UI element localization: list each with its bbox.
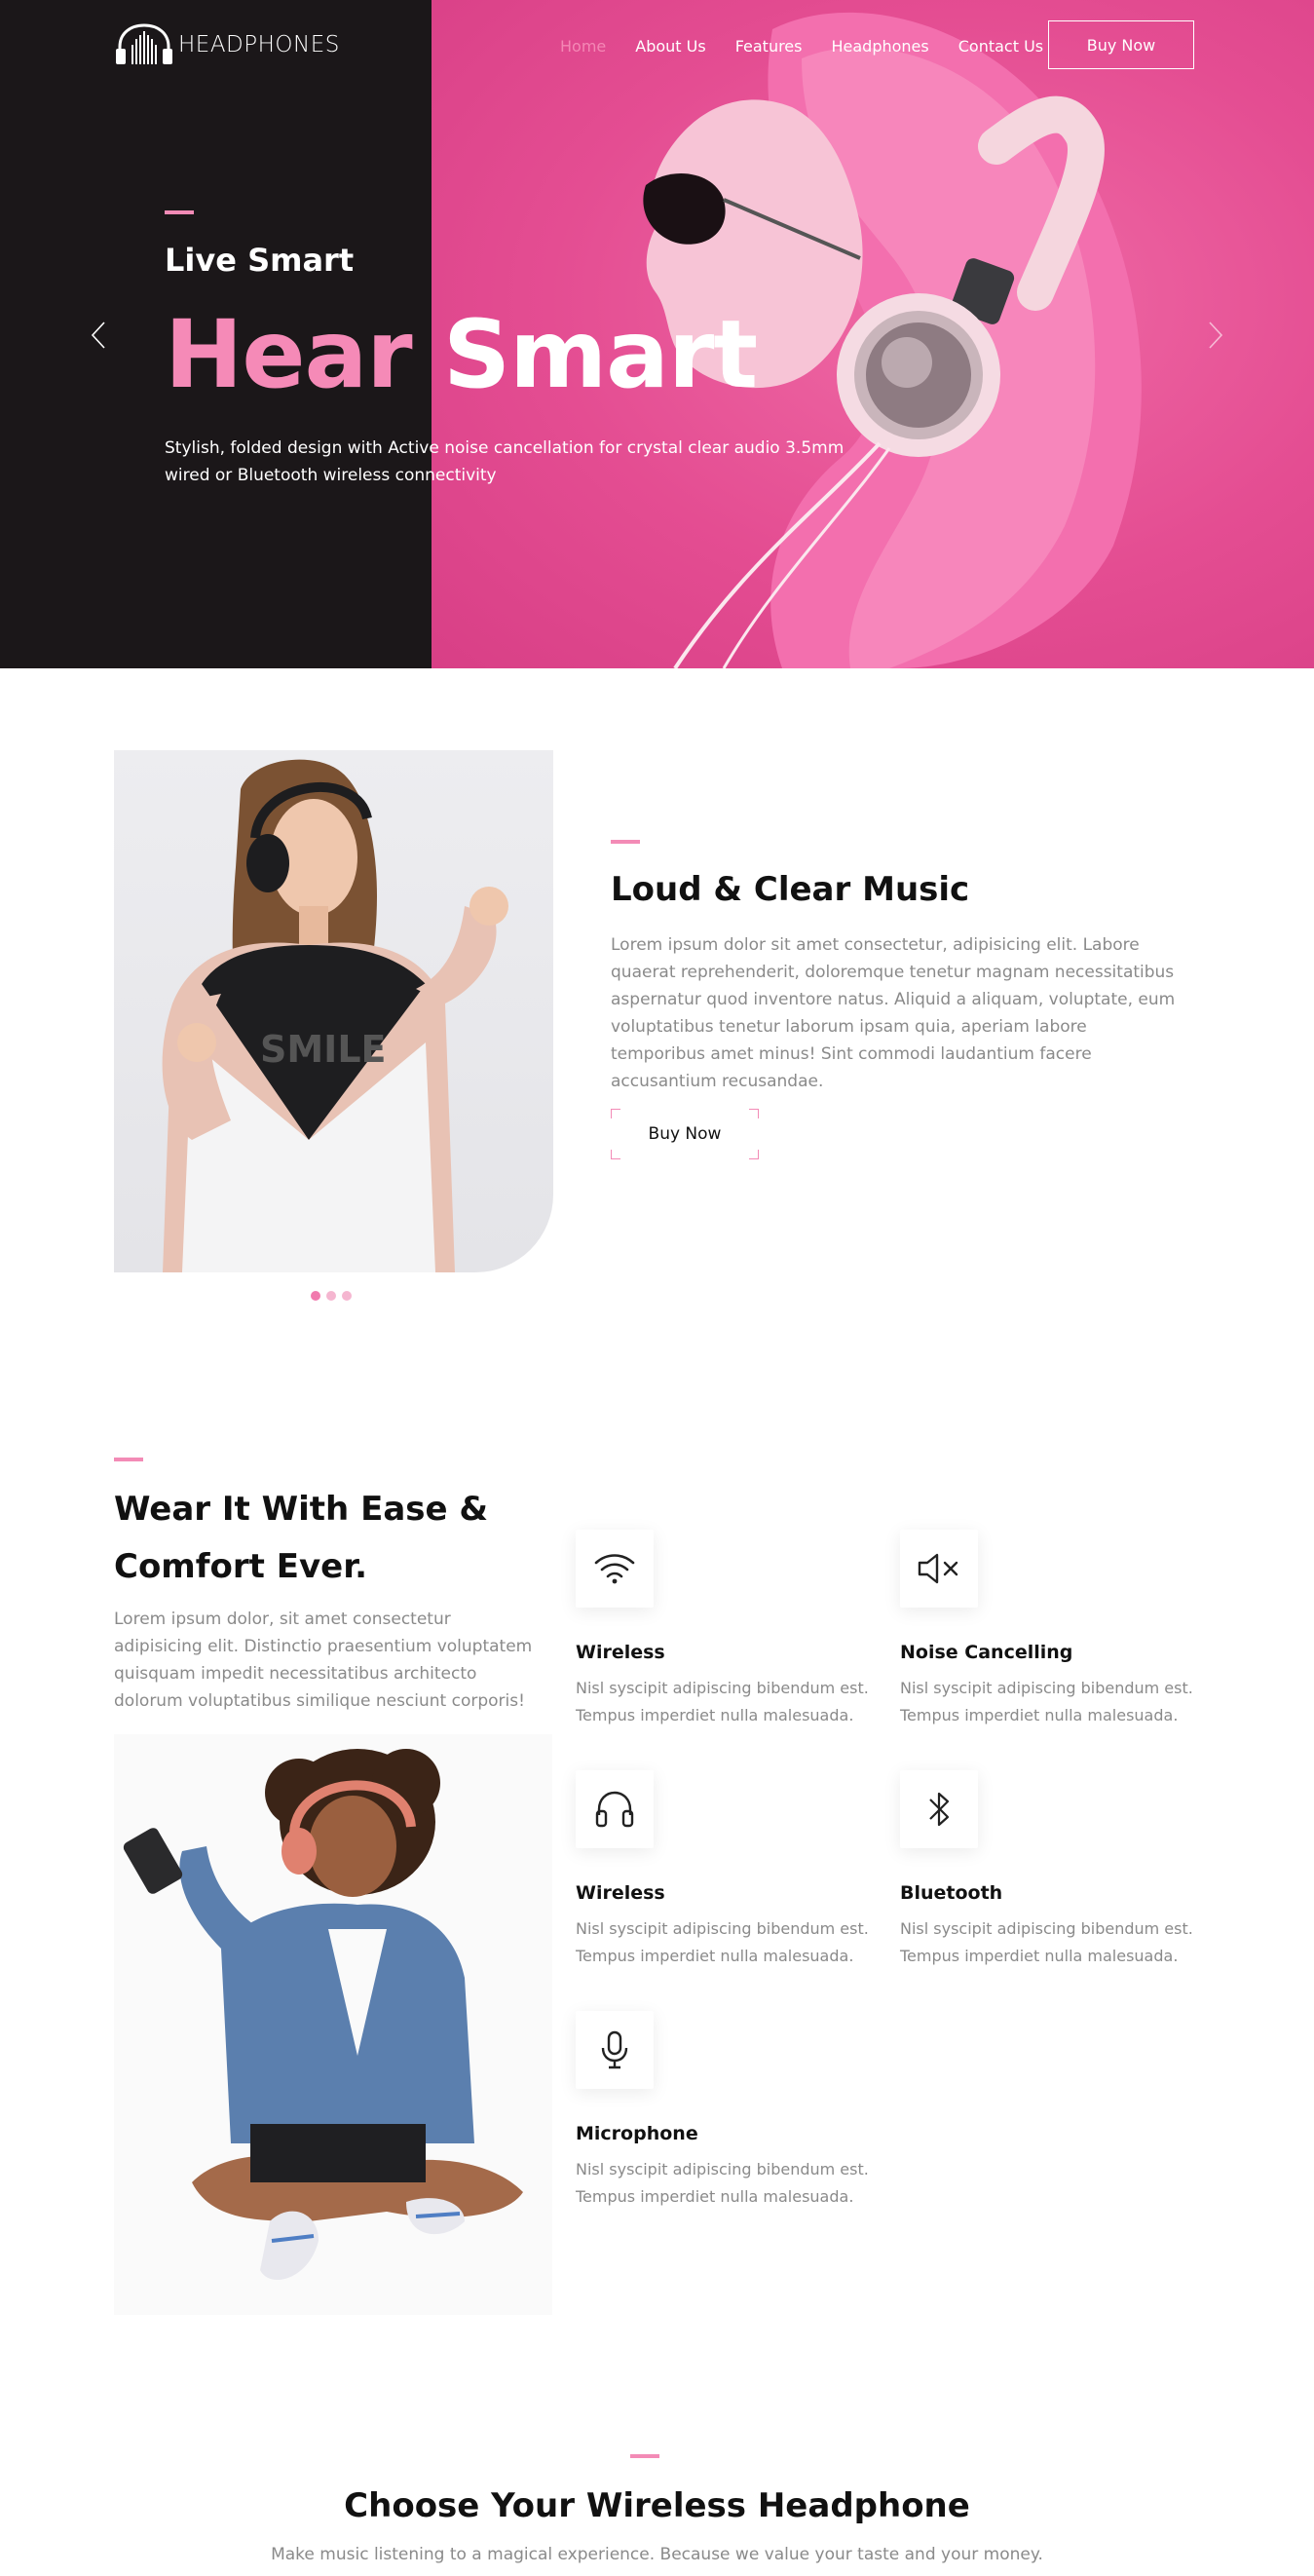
feature-text: Nisl syscipit adipiscing bibendum est. Te… [900,1679,1193,1724]
features-text: Lorem ipsum dolor, sit amet consectetur … [114,1610,533,1711]
hero-title-pink: Hear [165,300,413,409]
hero-subtitle: Live Smart [165,242,355,279]
music-buy-now-button[interactable]: Buy Now [611,1109,759,1159]
music-text: Lorem ipsum dolor sit amet consectetur, … [611,935,1176,1091]
headphones-icon [576,1770,654,1848]
music-buy-now-label: Buy Now [648,1124,722,1144]
speaker-mute-icon [900,1530,978,1608]
wifi-icon [576,1530,654,1608]
buy-now-nav-button[interactable]: Buy Now [1048,20,1194,69]
nav-about-us[interactable]: About Us [620,37,720,56]
choose-accent-line [630,2454,659,2458]
feature-title: Bluetooth [900,1882,1003,1904]
features-accent-line [114,1458,143,1461]
feature-text: Nisl syscipit adipiscing bibendum est. Te… [576,1919,869,1965]
hero-title-white: Smart [443,300,758,409]
music-image: SMILE [114,750,553,1272]
nav-headphones[interactable]: Headphones [816,37,943,56]
feature-wireless-2: Wireless Nisl syscipit adipiscing bibend… [576,1770,887,1970]
feature-noise-cancelling: Noise Cancelling Nisl syscipit adipiscin… [900,1530,1212,1729]
feature-microphone: Microphone Nisl syscipit adipiscing bibe… [576,2011,887,2211]
carousel-dot[interactable] [342,1291,352,1301]
features-image [114,1734,552,2315]
chevron-right-icon[interactable] [1203,318,1228,353]
feature-title: Wireless [576,1642,665,1663]
music-accent-line [611,840,640,844]
chevron-left-icon[interactable] [86,318,111,353]
hero-accent-line [165,210,194,214]
feature-wireless: Wireless Nisl syscipit adipiscing bibend… [576,1530,887,1729]
carousel-dots [311,1291,352,1301]
carousel-dot[interactable] [311,1291,320,1301]
nav-features[interactable]: Features [721,37,817,56]
choose-title: Choose Your Wireless Headphone [344,2486,970,2525]
hero-title: Hear Smart [165,303,758,407]
logo-text: HEADPHONES [178,32,340,57]
headphones-logo-icon [116,23,172,64]
features-title: Wear It With Ease & Comfort Ever. [114,1490,489,1586]
nav-home[interactable]: Home [545,37,620,56]
feature-text: Nisl syscipit adipiscing bibendum est. Te… [900,1919,1193,1965]
nav-contact-us[interactable]: Contact Us [944,37,1058,56]
hero-section: HEADPHONES Home About Us Features Headph… [0,0,1314,668]
feature-bluetooth: Bluetooth Nisl syscipit adipiscing biben… [900,1770,1212,1970]
feature-text: Nisl syscipit adipiscing bibendum est. Te… [576,1679,869,1724]
carousel-dot[interactable] [326,1291,336,1301]
choose-subtitle: Make music listening to a magical experi… [271,2545,1043,2564]
feature-text: Nisl syscipit adipiscing bibendum est. Te… [576,2160,869,2206]
bluetooth-icon [900,1770,978,1848]
feature-title: Noise Cancelling [900,1642,1073,1663]
logo[interactable]: HEADPHONES [114,14,340,76]
shirt-text: SMILE [260,1028,387,1071]
feature-title: Microphone [576,2123,698,2144]
main-nav: Home About Us Features Headphones Contac… [545,0,1058,92]
feature-title: Wireless [576,1882,665,1904]
hero-description: Stylish, folded design with Active noise… [165,438,845,485]
music-title: Loud & Clear Music [611,870,970,909]
microphone-icon [576,2011,654,2089]
